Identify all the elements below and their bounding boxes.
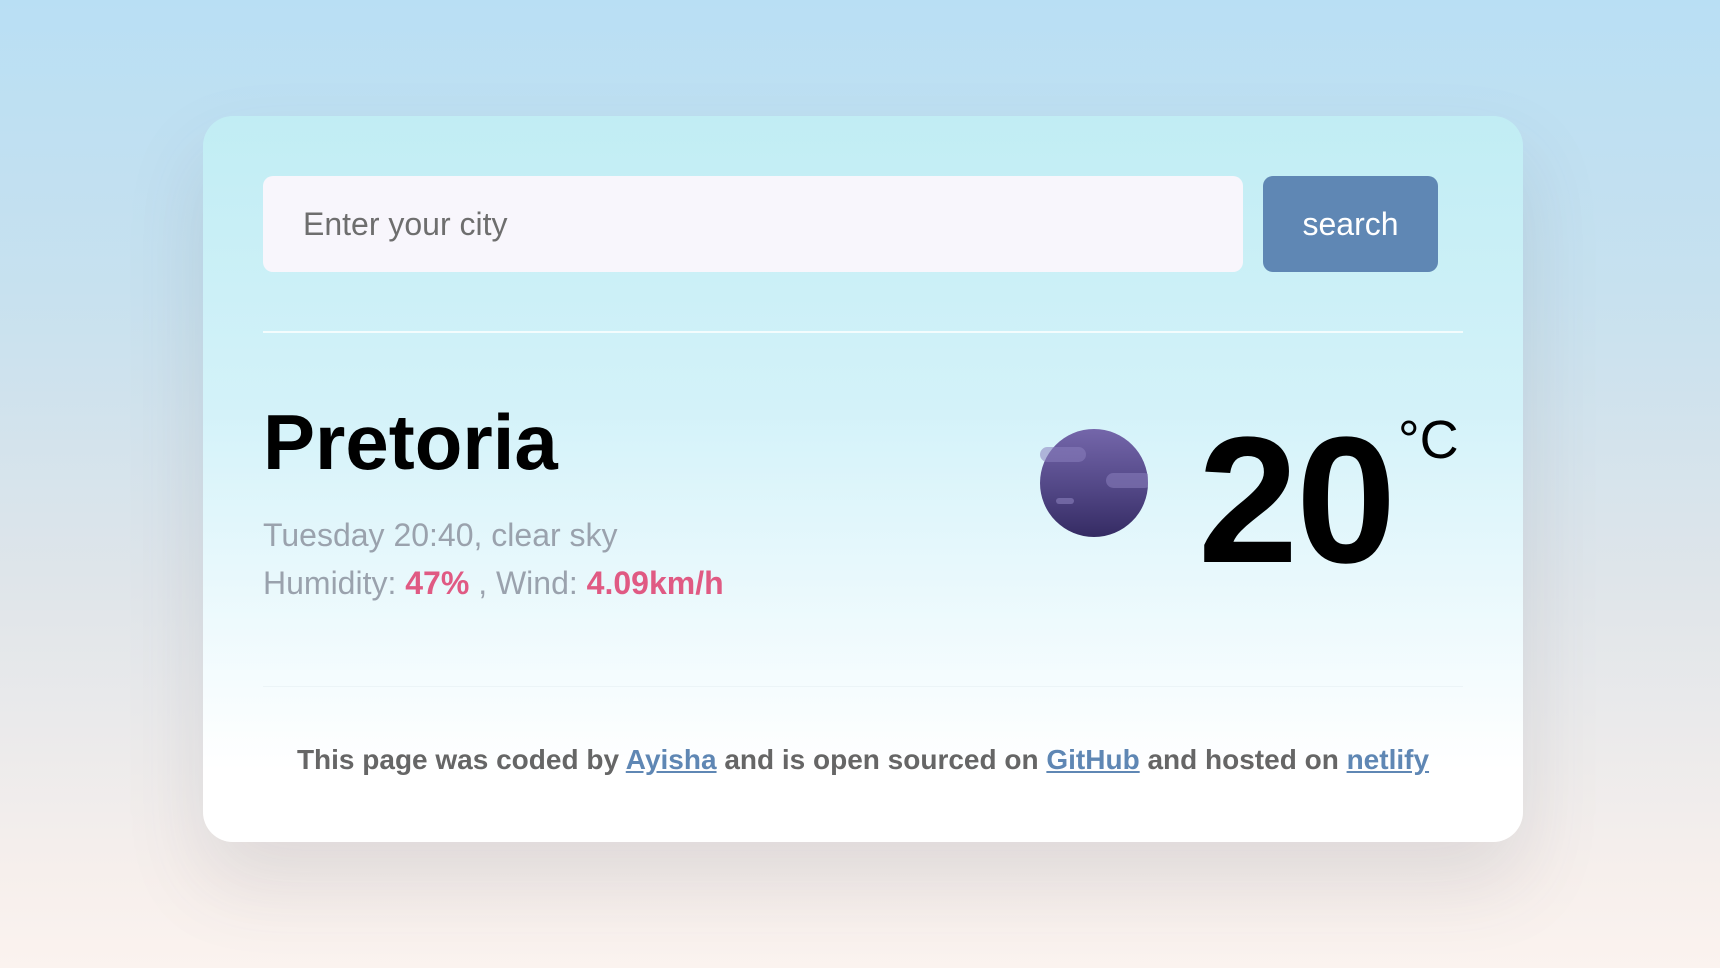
temperature-value: 20 — [1198, 400, 1396, 601]
author-link[interactable]: Ayisha — [626, 744, 717, 775]
night-clear-moon-icon — [1040, 429, 1152, 537]
wind-value: 4.09km/h — [586, 565, 724, 601]
humidity-label: Humidity: — [263, 565, 406, 601]
humidity-value: 47% — [405, 565, 470, 601]
wind-label: , Wind: — [469, 565, 587, 601]
city-name: Pretoria — [263, 398, 558, 486]
footer-text: and hosted on — [1139, 744, 1347, 775]
temperature-unit: °C — [1398, 410, 1459, 470]
footer-text: This page was coded by — [296, 744, 626, 775]
city-search-input[interactable] — [263, 176, 1243, 272]
netlify-link[interactable]: netlify — [1347, 744, 1429, 775]
footer: This page was coded by Ayisha and is ope… — [203, 744, 1523, 776]
github-link[interactable]: GitHub — [1046, 744, 1139, 775]
divider — [263, 331, 1463, 333]
datetime-description: Tuesday 20:40, clear sky — [263, 517, 618, 553]
humidity-wind-line: Humidity: 47% , Wind: 4.09km/h — [263, 559, 724, 607]
footer-divider — [263, 686, 1463, 687]
footer-text: and is open sourced on — [716, 744, 1047, 775]
weather-card: search Pretoria Tuesday 20:40, clear sky… — [203, 116, 1523, 842]
search-button[interactable]: search — [1263, 176, 1438, 272]
weather-details: Tuesday 20:40, clear sky Humidity: 47% ,… — [263, 511, 724, 607]
search-form: search — [263, 176, 1438, 272]
